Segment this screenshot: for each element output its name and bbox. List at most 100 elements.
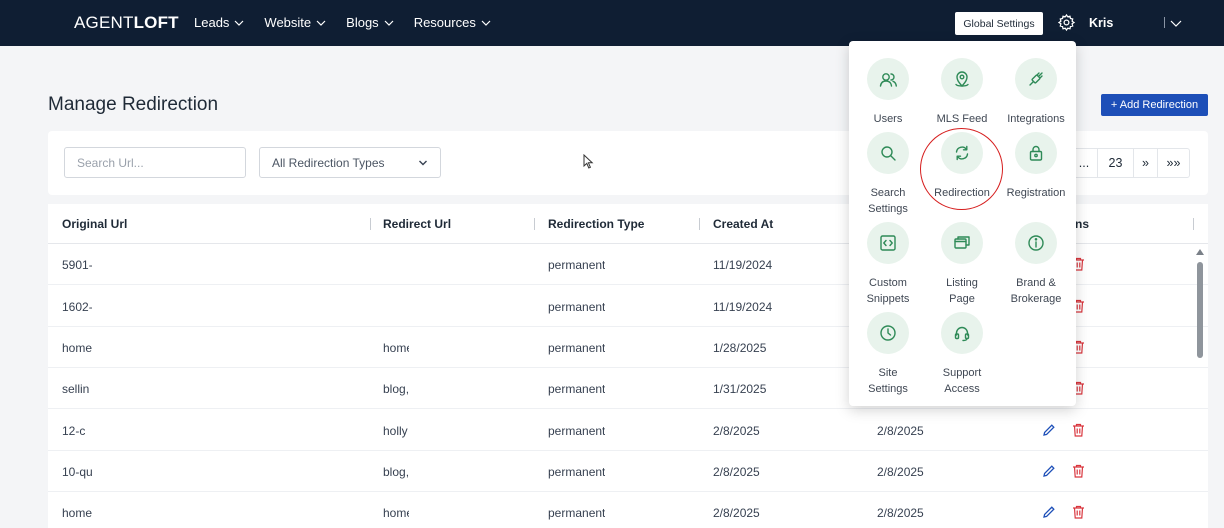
cell-redirect-url: home/: (383, 341, 409, 355)
settings-tile-site-settings[interactable]: Site Settings (851, 312, 925, 397)
cell-redirect-url: blog, (383, 382, 409, 396)
user-name[interactable]: Kris (1089, 16, 1113, 30)
redirection-type-select[interactable]: All Redirection Types (259, 147, 441, 178)
table-row: home home/: permanent 2/8/2025 2/8/2025 (48, 492, 1208, 528)
trash-icon[interactable] (1072, 505, 1085, 519)
label-line: Page (949, 293, 975, 305)
settings-tile-listing-page[interactable]: Listing Page (925, 222, 999, 307)
cell-updated-at: 2/8/2025 (877, 506, 924, 520)
cell-redirection-type: permanent (548, 258, 606, 272)
global-settings-button[interactable]: Global Settings (955, 12, 1043, 35)
col-redirection-type[interactable]: Redirection Type (548, 217, 644, 231)
cell-created-at: 11/19/2024 (713, 258, 773, 272)
label-line: Settings (868, 383, 908, 395)
settings-tile-label: Site Settings (851, 365, 925, 397)
global-settings-menu: Users MLS Feed Integrations Search Settings R… (849, 41, 1076, 406)
pagination-last[interactable]: »» (1157, 149, 1189, 177)
search-url-input[interactable] (64, 147, 246, 178)
cell-updated-at: 2/8/2025 (877, 424, 924, 438)
col-actions: ns (1075, 217, 1090, 231)
cell-created-at: 1/31/2025 (713, 382, 767, 396)
col-redirect-url[interactable]: Redirect Url (383, 217, 451, 231)
users-icon (867, 58, 909, 100)
settings-tile-label: Integrations (999, 111, 1073, 127)
cell-original-url: home (62, 506, 92, 520)
trash-icon[interactable] (1072, 423, 1085, 437)
cell-redirection-type: permanent (548, 424, 606, 438)
cell-original-url: 1602- (62, 300, 92, 314)
chevron-down-icon (316, 20, 326, 26)
cell-redirect-url: blog, (383, 465, 409, 479)
settings-tile-label: Registration (999, 185, 1073, 201)
cell-redirect-url: home/: (383, 506, 409, 520)
cell-created-at: 2/8/2025 (713, 424, 760, 438)
column-divider (534, 218, 535, 230)
select-value: All Redirection Types (272, 155, 385, 170)
column-divider (370, 218, 371, 230)
cell-created-at: 2/8/2025 (713, 465, 760, 479)
settings-tile-label: Custom Snippets (851, 275, 925, 307)
cell-original-url: home (62, 341, 92, 355)
settings-tile-users[interactable]: Users (851, 58, 925, 127)
trash-icon[interactable] (1072, 464, 1085, 478)
settings-tile-label: Search Settings (851, 185, 925, 217)
table-row: 12-c holly permanent 2/8/2025 2/8/2025 (48, 410, 1208, 451)
chevron-down-icon (384, 20, 394, 26)
nav-blogs[interactable]: Blogs (346, 15, 394, 30)
code-icon (867, 222, 909, 264)
col-created-at[interactable]: Created At (713, 217, 773, 231)
chevron-down-icon (419, 160, 427, 166)
search-icon (867, 132, 909, 174)
cell-redirection-type: permanent (548, 300, 606, 314)
add-redirection-button[interactable]: + Add Redirection (1101, 94, 1208, 116)
redirection-highlight-circle (920, 128, 1003, 210)
settings-tile-label: Brand & Brokerage (999, 275, 1073, 307)
main-nav: Leads Website Blogs Resources (194, 15, 491, 30)
label-line: Settings (868, 203, 908, 215)
gear-icon[interactable] (1057, 13, 1076, 32)
scrollbar-thumb[interactable] (1197, 262, 1203, 358)
chevron-down-icon[interactable] (1170, 17, 1182, 29)
col-original-url[interactable]: Original Url (62, 217, 127, 231)
settings-tile-registration[interactable]: Registration (999, 132, 1073, 201)
window-icon (941, 222, 983, 264)
pagination-page-23[interactable]: 23 (1097, 149, 1133, 177)
nav-resources[interactable]: Resources (414, 15, 491, 30)
top-navbar: AGENTLOFT Leads Website Blogs Resources … (0, 0, 1224, 46)
settings-tile-custom-snippets[interactable]: Custom Snippets (851, 222, 925, 307)
settings-tile-integrations[interactable]: Integrations (999, 58, 1073, 127)
cell-original-url: 10-que: (62, 465, 92, 479)
cell-redirection-type: permanent (548, 341, 606, 355)
edit-icon[interactable] (1042, 464, 1056, 478)
settings-tile-label: MLS Feed (925, 111, 999, 127)
cell-redirect-url: holly (383, 424, 408, 438)
pagination-next[interactable]: » (1133, 149, 1157, 177)
label-line: Integrations (1007, 113, 1065, 125)
label-line: Site (878, 367, 898, 379)
cell-redirection-type: permanent (548, 382, 606, 396)
settings-tile-mls-feed[interactable]: MLS Feed (925, 58, 999, 127)
chevron-down-icon (234, 20, 244, 26)
label-line: Access (944, 383, 980, 395)
pagination: ... 23 » »» (1070, 148, 1190, 178)
label-line: Users (873, 113, 903, 125)
mouse-cursor-icon (583, 154, 594, 169)
label-line: Snippets (866, 293, 910, 305)
chevron-down-icon (481, 20, 491, 26)
settings-tile-support-access[interactable]: Support Access (925, 312, 999, 397)
scroll-up-arrow-icon[interactable] (1196, 249, 1204, 255)
settings-tile-search-settings[interactable]: Search Settings (851, 132, 925, 217)
nav-leads[interactable]: Leads (194, 15, 244, 30)
settings-tile-brand-brokerage[interactable]: Brand & Brokerage (999, 222, 1073, 307)
nav-website[interactable]: Website (264, 15, 326, 30)
cell-created-at: 1/28/2025 (713, 341, 767, 355)
edit-icon[interactable] (1042, 423, 1056, 437)
label-line: Custom (869, 277, 907, 289)
settings-tile-label: Users (851, 111, 925, 127)
info-icon (1015, 222, 1057, 264)
edit-icon[interactable] (1042, 505, 1056, 519)
settings-tile-label: Support Access (925, 365, 999, 397)
divider (1164, 17, 1165, 28)
logo[interactable]: AGENTLOFT (74, 13, 179, 33)
cell-original-url: 12-c (62, 424, 86, 438)
